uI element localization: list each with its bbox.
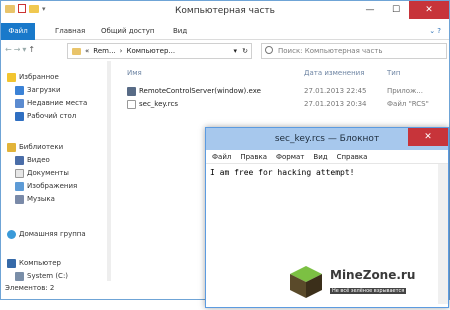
nav-label: Изображения	[27, 182, 78, 190]
nav-favorites[interactable]: Избранное	[7, 71, 59, 83]
address-dropdown[interactable]: ▾	[233, 44, 237, 58]
watermark-tagline: Не всё зелёное взрывается	[330, 288, 407, 294]
status-bar: Элементов: 2	[5, 284, 55, 292]
menu-edit[interactable]: Правка	[240, 150, 267, 163]
nav-label: Недавние места	[27, 99, 88, 107]
menu-help[interactable]: Справка	[337, 150, 368, 163]
notepad-close-button[interactable]: ✕	[408, 128, 448, 146]
window-controls: — ☐ ✕	[357, 1, 449, 19]
menu-file[interactable]: Файл	[212, 150, 231, 163]
notepad-menu: Файл Правка Формат Вид Справка	[206, 150, 448, 164]
nav-documents[interactable]: Документы	[15, 167, 69, 179]
recent-places-icon	[15, 98, 24, 108]
file-type: Файл "RCS"	[387, 100, 429, 108]
tab-home[interactable]: Главная	[47, 23, 93, 40]
search-input[interactable]: Поиск: Компьютерная часть	[261, 43, 447, 59]
nav-homegroup[interactable]: Домашняя группа	[7, 228, 86, 240]
close-button[interactable]: ✕	[409, 1, 449, 19]
images-icon	[15, 181, 24, 191]
file-type: Прилож...	[387, 87, 423, 95]
nav-music[interactable]: Музыка	[15, 193, 55, 205]
nav-label: Загрузки	[27, 86, 61, 94]
nav-label: System (C:)	[27, 272, 69, 280]
file-date: 27.01.2013 22:45	[304, 87, 367, 95]
history-dropdown[interactable]: ▾	[22, 45, 26, 54]
music-icon	[15, 194, 24, 204]
nav-label: Документы	[27, 169, 69, 177]
drive-icon	[15, 271, 24, 281]
file-name: sec_key.rcs	[139, 100, 179, 108]
ribbon-expand-icon[interactable]: ⌄ ?	[421, 23, 449, 40]
download-icon	[15, 85, 24, 95]
maximize-button[interactable]: ☐	[383, 1, 409, 19]
breadcrumb-computer[interactable]: Компьютер...	[126, 44, 175, 58]
up-button[interactable]: ↑	[28, 45, 35, 54]
nav-video[interactable]: Видео	[15, 154, 50, 166]
cube-logo-icon	[290, 266, 322, 298]
column-date[interactable]: Дата изменения	[304, 69, 364, 77]
column-name[interactable]: Имя	[127, 69, 142, 77]
address-row: ← → ▾ ↑ « Rem... › Компьютер... ▾ ↻ Поис…	[5, 43, 447, 59]
file-row[interactable]: RemoteControlServer(window).exe	[127, 85, 261, 97]
menu-view[interactable]: Вид	[313, 150, 327, 163]
computer-icon	[7, 258, 16, 268]
nav-label: Библиотеки	[19, 143, 64, 151]
document-icon	[127, 99, 136, 109]
nav-computer[interactable]: Компьютер	[7, 257, 61, 269]
folder-icon	[72, 47, 81, 55]
nav-label: Музыка	[27, 195, 55, 203]
breadcrumb-separator: ›	[119, 47, 123, 55]
nav-desktop[interactable]: Рабочий стол	[15, 110, 76, 122]
file-name: RemoteControlServer(window).exe	[139, 87, 261, 95]
nav-label: Компьютер	[19, 259, 61, 267]
nav-system-drive[interactable]: System (C:)	[15, 270, 68, 281]
ribbon-tabs: Файл Главная Общий доступ Вид ⌄ ?	[1, 23, 449, 40]
file-date: 27.01.2013 20:34	[304, 100, 367, 108]
file-row[interactable]: sec_key.rcs	[127, 98, 178, 110]
explorer-titlebar: ▾ Компьютерная часть — ☐ ✕	[1, 1, 449, 23]
desktop-icon	[15, 111, 24, 121]
minimize-button[interactable]: —	[357, 1, 383, 19]
nav-libraries[interactable]: Библиотеки	[7, 141, 63, 153]
menu-format[interactable]: Формат	[276, 150, 304, 163]
nav-label: Избранное	[19, 73, 59, 81]
library-icon	[7, 142, 16, 152]
search-icon	[265, 46, 273, 54]
watermark-site: MineZone.ru	[330, 268, 416, 282]
nav-buttons: ← → ▾ ↑	[5, 45, 35, 54]
address-bar[interactable]: « Rem... › Компьютер... ▾ ↻	[67, 43, 252, 59]
exe-icon	[127, 86, 136, 96]
nav-label: Видео	[27, 156, 50, 164]
navigation-pane: Избранное Загрузки Недавние места Рабочи…	[1, 61, 111, 281]
watermark: MineZone.ru Не всё зелёное взрывается	[288, 264, 448, 304]
nav-downloads[interactable]: Загрузки	[15, 84, 61, 96]
tab-share[interactable]: Общий доступ	[93, 23, 163, 40]
documents-icon	[15, 168, 24, 178]
nav-recent[interactable]: Недавние места	[15, 97, 87, 109]
tab-view[interactable]: Вид	[165, 23, 195, 40]
homegroup-icon	[7, 229, 16, 239]
breadcrumb-remote[interactable]: Rem...	[93, 44, 115, 58]
nav-label: Домашняя группа	[19, 230, 86, 238]
back-button[interactable]: ←	[5, 45, 12, 54]
star-icon	[7, 72, 16, 82]
nav-images[interactable]: Изображения	[15, 180, 77, 192]
address-chevron[interactable]: «	[85, 44, 89, 58]
column-type[interactable]: Тип	[387, 69, 400, 77]
forward-button[interactable]: →	[14, 45, 21, 54]
refresh-icon[interactable]: ↻	[242, 44, 248, 58]
video-icon	[15, 155, 24, 165]
tab-file[interactable]: Файл	[1, 23, 35, 40]
nav-label: Рабочий стол	[27, 112, 77, 120]
